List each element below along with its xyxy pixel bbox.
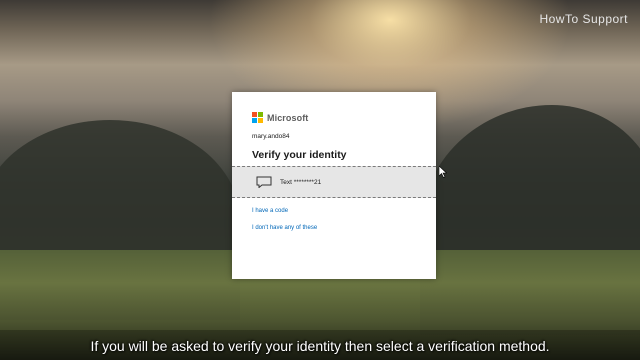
microsoft-logo: Microsoft (252, 112, 308, 123)
chat-bubble-icon (256, 176, 272, 188)
video-caption: If you will be asked to verify your iden… (90, 338, 550, 354)
have-code-link[interactable]: I have a code (252, 208, 288, 214)
text-option-label: Text ********21 (280, 179, 322, 186)
microsoft-logo-icon (252, 112, 263, 123)
no-methods-link[interactable]: I don't have any of these (252, 225, 317, 231)
text-verification-option[interactable]: Text ********21 (232, 166, 436, 198)
microsoft-wordmark: Microsoft (267, 112, 309, 123)
watermark: HowTo Support (539, 12, 628, 26)
dialog-title: Verify your identity (252, 149, 347, 161)
mouse-cursor-icon (439, 166, 447, 178)
verify-identity-dialog: Microsoft mary.ando84 Verify your identi… (232, 92, 436, 279)
account-name: mary.ando84 (252, 133, 290, 140)
